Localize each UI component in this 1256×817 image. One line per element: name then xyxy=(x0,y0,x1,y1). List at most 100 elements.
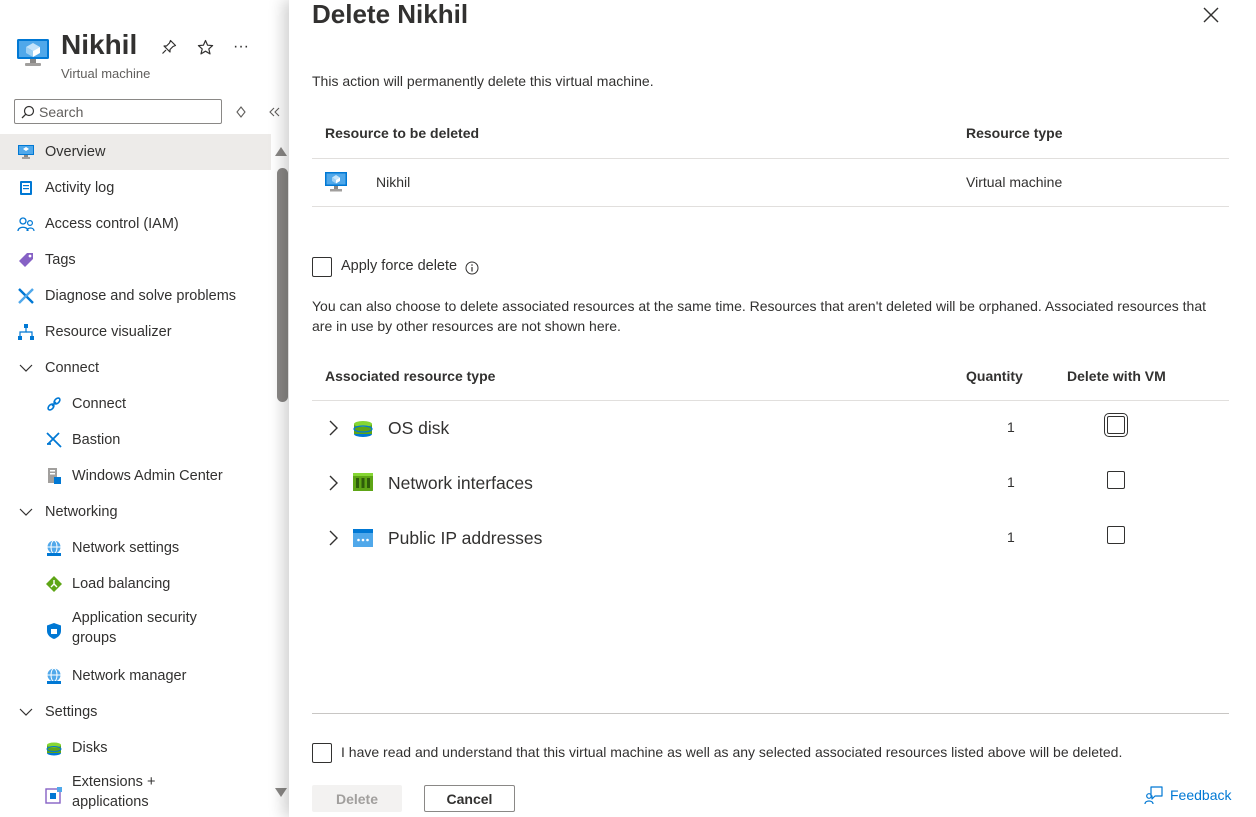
table-divider xyxy=(312,158,1229,159)
nav-label: Connect xyxy=(72,396,127,412)
collapse-menu-icon[interactable] xyxy=(267,103,283,121)
extension-icon xyxy=(45,786,63,804)
delete-button[interactable]: Delete xyxy=(312,785,402,812)
associated-row-name: Public IP addresses xyxy=(388,528,543,548)
chevron-down-icon xyxy=(17,503,35,521)
nav-item-application-security-groups[interactable]: Application security groups xyxy=(0,602,271,658)
nav-label: Network manager xyxy=(72,668,187,684)
table-divider xyxy=(312,400,1229,401)
nav-label: Access control (IAM) xyxy=(45,216,179,232)
close-icon[interactable] xyxy=(1201,5,1221,25)
nav-label: Overview xyxy=(45,144,106,160)
associated-row-name: OS disk xyxy=(388,418,450,438)
disk-icon xyxy=(352,417,374,444)
nav-item-activity-log[interactable]: Activity log xyxy=(0,170,271,206)
shield-icon xyxy=(45,622,63,640)
wrench-icon xyxy=(17,287,35,305)
nav-group-label: Networking xyxy=(45,504,118,520)
nav-item-disks[interactable]: Disks xyxy=(0,730,271,766)
nav-item-network-manager[interactable]: Network manager xyxy=(0,658,271,694)
acknowledge-checkbox[interactable] xyxy=(312,743,332,763)
nav-label: Load balancing xyxy=(72,576,171,592)
nav-label: Windows Admin Center xyxy=(72,468,223,484)
resource-menu: Overview Activity log Access control (IA… xyxy=(0,134,271,817)
nav-item-access-control[interactable]: Access control (IAM) xyxy=(0,206,271,242)
vm-icon xyxy=(16,38,50,73)
cancel-button[interactable]: Cancel xyxy=(424,785,515,812)
globe-icon xyxy=(45,667,63,685)
delete-with-vm-checkbox-os-disk[interactable] xyxy=(1104,413,1128,437)
bastion-icon xyxy=(45,431,63,449)
nav-item-load-balancing[interactable]: Load balancing xyxy=(0,566,271,602)
column-header-resource-type: Resource type xyxy=(966,125,1063,141)
load-balancer-icon xyxy=(45,575,63,593)
nav-label: Activity log xyxy=(45,180,115,196)
column-header-quantity: Quantity xyxy=(966,368,1023,384)
delete-with-vm-checkbox-network-interfaces[interactable] xyxy=(1107,471,1125,489)
chevron-right-icon[interactable] xyxy=(327,475,339,491)
pin-icon[interactable] xyxy=(159,37,179,57)
chevron-right-icon[interactable] xyxy=(327,420,339,436)
resource-menu-blade: Nikhil Virtual machine ··· Overview xyxy=(0,0,289,817)
nav-item-windows-admin-center[interactable]: Windows Admin Center xyxy=(0,458,271,494)
force-delete-checkbox[interactable] xyxy=(312,257,332,277)
server-icon xyxy=(45,467,63,485)
nav-group-label: Connect xyxy=(45,360,100,376)
feedback-icon xyxy=(1144,785,1164,805)
nav-label: Extensions + applications xyxy=(72,774,156,810)
column-header-resource: Resource to be deleted xyxy=(325,125,480,141)
feedback-link[interactable]: Feedback xyxy=(1144,785,1231,805)
feedback-label: Feedback xyxy=(1170,787,1232,803)
nav-item-tags[interactable]: Tags xyxy=(0,242,271,278)
chevron-down-icon xyxy=(17,359,35,377)
search-icon xyxy=(21,105,35,119)
footer-divider xyxy=(312,713,1229,714)
link-icon xyxy=(45,395,63,413)
search-box[interactable] xyxy=(14,99,222,124)
nav-item-overview[interactable]: Overview xyxy=(0,134,271,170)
acknowledge-label: I have read and understand that this vir… xyxy=(341,744,1123,760)
nav-item-resource-visualizer[interactable]: Resource visualizer xyxy=(0,314,271,350)
delete-with-vm-checkbox-public-ip[interactable] xyxy=(1107,526,1125,544)
scroll-up-arrow[interactable] xyxy=(275,147,287,156)
log-icon xyxy=(17,179,35,197)
chevron-right-icon[interactable] xyxy=(327,530,339,546)
monitor-icon xyxy=(17,143,35,161)
nav-label: Bastion xyxy=(72,432,121,448)
more-options-button[interactable]: ··· xyxy=(231,37,251,57)
resource-type-subtitle: Virtual machine xyxy=(61,66,151,81)
hierarchy-icon xyxy=(17,323,35,341)
nav-label: Diagnose and solve problems xyxy=(45,288,237,304)
star-icon[interactable] xyxy=(195,37,215,57)
associated-row-quantity: 1 xyxy=(1007,529,1015,545)
nav-group-networking[interactable]: Networking xyxy=(0,494,271,530)
info-icon[interactable] xyxy=(465,261,479,280)
dialog-intro-text: This action will permanently delete this… xyxy=(312,73,654,89)
nav-item-bastion[interactable]: Bastion xyxy=(0,422,271,458)
search-input[interactable] xyxy=(35,103,209,120)
nav-item-connect[interactable]: Connect xyxy=(0,386,271,422)
globe-icon xyxy=(45,539,63,557)
associated-row-quantity: 1 xyxy=(1007,419,1015,435)
nav-item-extensions[interactable]: Extensions + applications xyxy=(0,766,271,817)
filter-sort-icon[interactable] xyxy=(233,103,249,121)
scrollbar-thumb[interactable] xyxy=(277,168,288,402)
table-divider xyxy=(312,206,1229,207)
nav-item-network-settings[interactable]: Network settings xyxy=(0,530,271,566)
nav-group-connect[interactable]: Connect xyxy=(0,350,271,386)
vm-icon xyxy=(324,171,348,198)
nav-label: Resource visualizer xyxy=(45,324,172,340)
public-ip-icon xyxy=(352,528,374,553)
tag-icon xyxy=(17,251,35,269)
disk-icon xyxy=(45,739,63,757)
scroll-down-arrow[interactable] xyxy=(275,788,287,797)
people-icon xyxy=(17,215,35,233)
resource-title: Nikhil xyxy=(61,29,138,60)
nav-group-settings[interactable]: Settings xyxy=(0,694,271,730)
resource-type-cell: Virtual machine xyxy=(966,174,1063,190)
dialog-title: Delete Nikhil xyxy=(312,0,469,29)
column-header-delete-with-vm: Delete with VM xyxy=(1067,368,1166,384)
nav-label: Disks xyxy=(72,740,108,756)
nav-item-diagnose[interactable]: Diagnose and solve problems xyxy=(0,278,271,314)
nav-label: Tags xyxy=(45,252,76,268)
